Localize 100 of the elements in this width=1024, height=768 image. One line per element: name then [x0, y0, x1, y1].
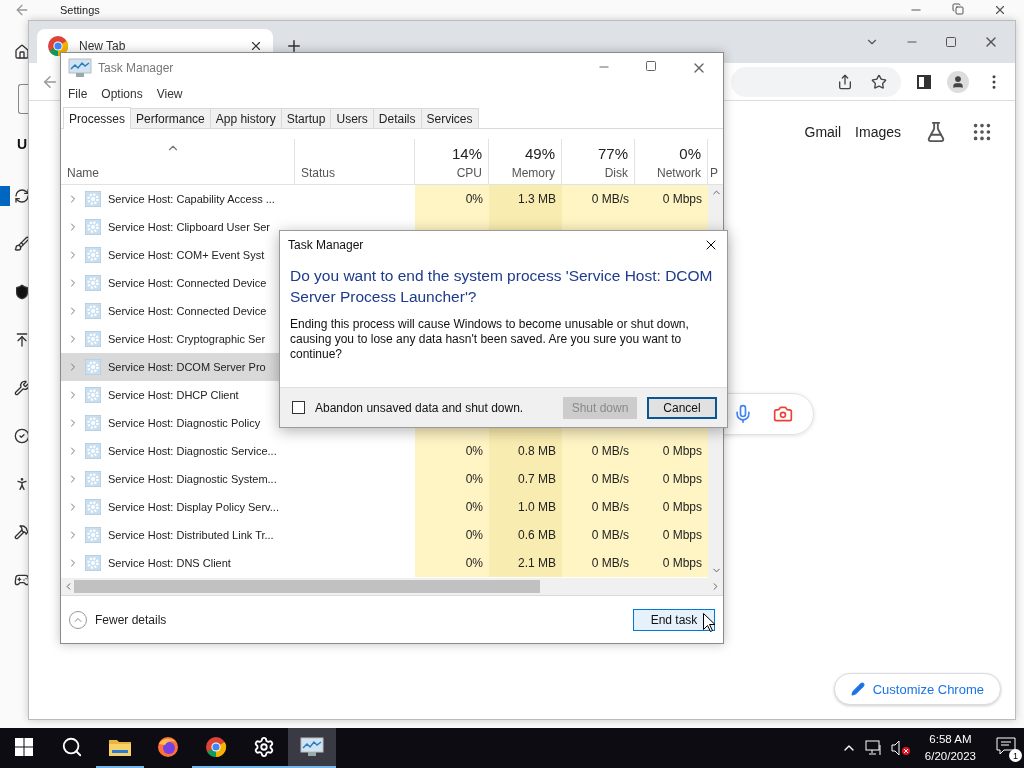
- chrome-icon: [205, 736, 227, 758]
- process-row[interactable]: Service Host: Distributed Link Tr... 0% 0.6 MB 0 MB/s 0 Mbps: [61, 521, 708, 549]
- tab[interactable]: Details: [372, 108, 422, 128]
- fewer-details-link[interactable]: Fewer details: [95, 612, 167, 627]
- sync-icon[interactable]: [14, 188, 30, 204]
- horizontal-scrollbar[interactable]: [61, 578, 723, 595]
- tab[interactable]: Performance: [130, 108, 211, 128]
- service-gear-icon: [85, 443, 101, 459]
- table-cell: 0 MB/s: [562, 521, 635, 549]
- restore-icon[interactable]: [952, 3, 964, 15]
- dialog-title: Task Manager: [288, 238, 364, 252]
- close-tab-icon[interactable]: [249, 39, 263, 53]
- monitor-chart-icon: [68, 58, 92, 78]
- taskbar-button[interactable]: [288, 728, 336, 768]
- wrench-icon[interactable]: [14, 380, 30, 396]
- process-name: Service Host: Capability Access ...: [108, 193, 275, 205]
- new-tab-icon[interactable]: [285, 37, 303, 55]
- table-cell: 0 Mbps: [635, 437, 708, 465]
- table-cell: 0 MB/s: [562, 437, 635, 465]
- end-task-button[interactable]: End task: [633, 608, 715, 631]
- process-row[interactable]: Service Host: Diagnostic Service... 0% 0.8 MB 0 MB/s 0 Mbps: [61, 437, 708, 465]
- apps-grid-icon[interactable]: [971, 121, 993, 143]
- menu-item[interactable]: View: [156, 87, 183, 101]
- column-header[interactable]: CPU: [456, 166, 482, 180]
- column-header[interactable]: Disk: [604, 166, 628, 180]
- mic-icon[interactable]: [733, 404, 753, 424]
- table-cell: 0 MB/s: [562, 493, 635, 521]
- process-row[interactable]: Service Host: Display Policy Serv... 0% 1.0 MB 0 MB/s 0 Mbps: [61, 493, 708, 521]
- process-row[interactable]: Service Host: DNS Client 0% 2.1 MB 0 MB/s 0 Mbps: [61, 549, 708, 577]
- table-cell: 0.8 MB: [489, 437, 562, 465]
- maximize-icon[interactable]: [645, 60, 657, 72]
- checkbox-label: Abandon unsaved data and shut down.: [315, 400, 524, 415]
- side-panel-icon[interactable]: [917, 74, 931, 89]
- profile-avatar[interactable]: [947, 70, 969, 93]
- close-icon[interactable]: [993, 3, 1007, 17]
- column-total: 0%: [679, 145, 701, 162]
- firefox-icon: [157, 736, 179, 758]
- column-total: 49%: [524, 145, 555, 162]
- service-gear-icon: [85, 275, 101, 291]
- column-total: 77%: [597, 145, 628, 162]
- camera-search-icon[interactable]: [773, 404, 793, 424]
- table-cell: 0 MB/s: [562, 549, 635, 577]
- table-cell: 0 MB/s: [562, 465, 635, 493]
- service-gear-icon: [85, 219, 101, 235]
- process-name: Service Host: Diagnostic Policy: [108, 417, 261, 429]
- notification-count: 1: [1009, 749, 1022, 762]
- column-header[interactable]: P: [710, 166, 718, 180]
- home-icon[interactable]: [14, 44, 30, 60]
- labs-flask-icon[interactable]: [925, 121, 947, 143]
- table-cell: 0.6 MB: [489, 521, 562, 549]
- clock[interactable]: 6:58 AM 6/20/2023: [924, 731, 976, 765]
- tools-icon[interactable]: [14, 524, 30, 540]
- brush-icon[interactable]: [14, 236, 30, 252]
- tab[interactable]: Users: [330, 108, 374, 128]
- dialog-heading: Do you want to end the system process 'Service Host: DCOM Server Process Launcher'?: [290, 266, 714, 307]
- process-row[interactable]: Service Host: Diagnostic System... 0% 0.7 MB 0 MB/s 0 Mbps: [61, 465, 708, 493]
- monitor-chart-icon: [300, 737, 324, 757]
- selection-marker: [0, 186, 10, 206]
- column-header[interactable]: Name: [67, 166, 99, 180]
- table-cell: 0 Mbps: [635, 521, 708, 549]
- network-icon[interactable]: [864, 740, 883, 756]
- column-header[interactable]: Status: [301, 166, 336, 180]
- menu-item[interactable]: Options: [101, 87, 143, 101]
- top-link[interactable]: Images: [855, 124, 901, 140]
- back-icon[interactable]: [14, 2, 30, 18]
- table-cell: 1.0 MB: [489, 493, 562, 521]
- menu-item[interactable]: File: [68, 87, 88, 101]
- service-gear-icon: [85, 191, 101, 207]
- bookmark-star-icon[interactable]: [871, 73, 887, 90]
- column-header[interactable]: Memory: [511, 166, 555, 180]
- table-cell: 0%: [415, 521, 489, 549]
- upload-icon[interactable]: [14, 332, 30, 348]
- check-circle-icon[interactable]: [14, 428, 30, 444]
- volume-muted-icon[interactable]: [890, 740, 911, 756]
- process-name: Service Host: Connected Device: [108, 305, 267, 317]
- customize-chrome-button[interactable]: Customize Chrome: [833, 673, 1001, 705]
- tab[interactable]: App history: [209, 108, 282, 128]
- tab[interactable]: Processes: [63, 107, 132, 129]
- process-row[interactable]: Service Host: Capability Access ... 0% 1.3 MB 0 MB/s 0 Mbps: [61, 185, 708, 213]
- process-name: Service Host: DHCP Client: [108, 389, 239, 401]
- checkbox[interactable]: [292, 401, 305, 414]
- share-icon[interactable]: [837, 73, 853, 90]
- table-cell: 0%: [415, 549, 489, 577]
- table-cell: 0 MB/s: [562, 185, 635, 213]
- process-name: Service Host: Diagnostic System...: [108, 473, 277, 485]
- service-gear-icon: [85, 499, 101, 515]
- gamepad-icon[interactable]: [14, 572, 30, 588]
- process-name: Service Host: DCOM Server Pro: [108, 361, 266, 373]
- column-header[interactable]: Network: [657, 166, 701, 180]
- table-cell: 1.3 MB: [489, 185, 562, 213]
- window-title: Settings: [60, 4, 100, 16]
- table-cell: 0.7 MB: [489, 465, 562, 493]
- dialog-button[interactable]: Cancel: [647, 396, 717, 419]
- tab[interactable]: Services: [420, 108, 479, 128]
- gear-icon: [253, 736, 275, 758]
- maximize-icon[interactable]: [945, 36, 957, 48]
- shield-icon[interactable]: [14, 284, 30, 300]
- tab[interactable]: Startup: [280, 108, 332, 128]
- person-icon[interactable]: [14, 476, 30, 492]
- top-link[interactable]: Gmail: [804, 124, 842, 140]
